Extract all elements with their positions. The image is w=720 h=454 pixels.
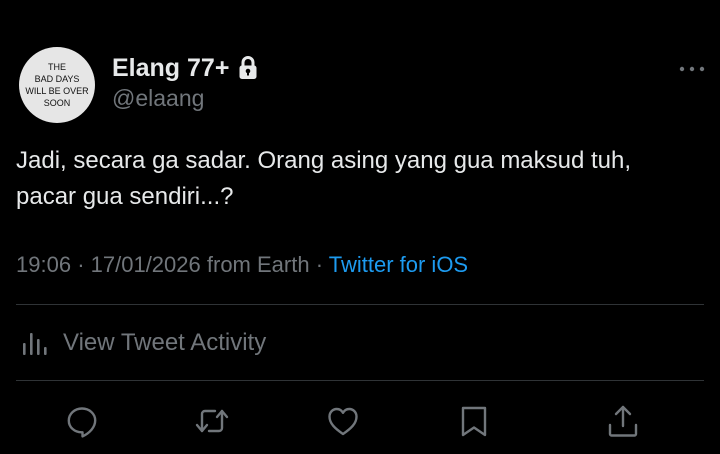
analytics-icon — [20, 327, 52, 359]
avatar-text-line: BAD DAYS — [34, 74, 80, 84]
avatar-text-line: WILL BE OVER — [25, 86, 89, 96]
tweet-text-line: pacar gua sendiri...? — [16, 183, 234, 210]
heart-icon[interactable] — [325, 403, 361, 439]
tweet-action-bar — [0, 400, 720, 444]
view-tweet-activity-button[interactable]: View Tweet Activity — [20, 325, 266, 361]
avatar-text-line: THE — [48, 62, 66, 72]
meta-separator: · — [315, 252, 324, 277]
user-name-row: Elang 77+ — [112, 52, 258, 84]
bookmark-icon[interactable] — [456, 403, 492, 439]
reply-icon[interactable] — [64, 403, 100, 439]
tweet-text-line: Jadi, secara ga sadar. Orang asing yang … — [16, 147, 632, 174]
tweet-location: from Earth — [206, 252, 310, 277]
divider — [16, 380, 704, 381]
share-icon[interactable] — [605, 403, 641, 439]
avatar-text-line: SOON — [43, 98, 71, 108]
meta-separator: · — [77, 252, 85, 277]
retweet-icon[interactable] — [194, 403, 230, 439]
lock-icon — [238, 55, 258, 81]
tweet-time[interactable]: 19:06 — [16, 252, 71, 277]
tweet-source-link[interactable]: Twitter for iOS — [329, 252, 468, 277]
user-handle[interactable]: @elaang — [112, 85, 204, 112]
avatar[interactable]: THE BAD DAYS WILL BE OVER SOON — [19, 47, 95, 123]
tweet-date[interactable]: 17/01/2026 — [91, 252, 201, 277]
divider — [16, 304, 704, 305]
more-options-icon[interactable] — [678, 61, 706, 77]
tweet-text: Jadi, secara ga sadar. Orang asing yang … — [16, 143, 706, 215]
view-tweet-activity-label: View Tweet Activity — [63, 329, 267, 356]
tweet-meta: 19:06 · 17/01/2026 from Earth · Twitter … — [16, 252, 468, 278]
display-name[interactable]: Elang 77+ — [112, 54, 229, 83]
